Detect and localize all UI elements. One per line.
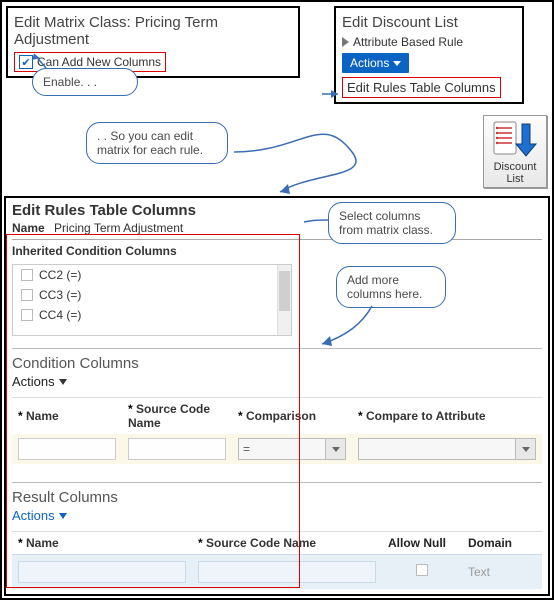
checkbox-icon[interactable] (21, 269, 33, 281)
name-value: Pricing Term Adjustment (54, 221, 183, 235)
disclosure-icon (342, 37, 349, 47)
name-input[interactable] (18, 561, 186, 583)
edit-discount-panel: Edit Discount List Attribute Based Rule … (334, 6, 524, 104)
col-domain: Domain (468, 536, 512, 550)
col-comparison: Comparison (238, 409, 316, 423)
col-source: Source Code Name (198, 536, 316, 550)
condition-actions-menu[interactable]: Actions (12, 374, 67, 389)
condition-columns-header: Condition Columns (12, 348, 542, 372)
result-actions-menu[interactable]: Actions (12, 508, 67, 523)
edit-rules-table-panel: Edit Rules Table Columns Name Pricing Te… (4, 196, 550, 596)
scrollbar-thumb[interactable] (279, 271, 290, 311)
condition-columns-table: Name Source Code Name Comparison Compare… (12, 397, 542, 464)
rules-title: Edit Rules Table Columns (12, 202, 542, 219)
discount-list-tile[interactable]: Discount List (483, 115, 547, 188)
col-source: Source Code Name (128, 402, 210, 430)
chevron-down-icon (59, 513, 67, 519)
col-name: Name (18, 409, 59, 423)
table-row: Text (12, 555, 542, 589)
actions-label: Actions (350, 56, 389, 70)
table-row: = (12, 434, 542, 464)
inherited-label: Inherited Condition Columns (12, 244, 542, 258)
can-add-columns-label: Can Add New Columns (37, 55, 161, 69)
comparison-select[interactable]: = (238, 438, 346, 460)
name-label: Name (12, 221, 45, 235)
result-columns-table: Name Source Code Name Allow Null Domain … (12, 531, 542, 589)
domain-value: Text (462, 555, 542, 589)
tile-label: Discount List (486, 161, 544, 185)
checkbox-checked-icon[interactable]: ✔ (19, 55, 33, 69)
list-item[interactable]: CC2 (=) (13, 265, 291, 285)
callout-enable: Enable. . . (32, 68, 138, 96)
compare-to-select[interactable] (358, 438, 536, 460)
list-item[interactable]: CC4 (=) (13, 305, 291, 325)
source-input[interactable] (198, 561, 376, 583)
name-input[interactable] (18, 438, 116, 460)
source-input[interactable] (128, 438, 226, 460)
rule-row: Attribute Based Rule (342, 35, 516, 49)
col-name: Name (18, 536, 59, 550)
chevron-down-icon (332, 447, 340, 452)
callout-so-you-can: . . So you can edit matrix for each rule… (86, 122, 228, 164)
inherited-list[interactable]: CC2 (=) CC3 (=) CC4 (=) (12, 264, 292, 336)
col-allow-null: Allow Null (388, 536, 446, 550)
inherited-section: Inherited Condition Columns CC2 (=) CC3 … (12, 239, 542, 336)
chevron-down-icon (59, 379, 67, 385)
allow-null-checkbox[interactable] (416, 564, 428, 576)
checkbox-icon[interactable] (21, 309, 33, 321)
callout-select-columns: Select columns from matrix class. (328, 202, 456, 244)
actions-button[interactable]: Actions (342, 53, 409, 73)
result-columns-header: Result Columns (12, 482, 542, 506)
callout-add-more: Add more columns here. (336, 266, 446, 308)
chevron-down-icon (393, 61, 401, 66)
edit-rules-table-columns-link[interactable]: Edit Rules Table Columns (342, 77, 501, 98)
chevron-down-icon (522, 447, 530, 452)
discount-list-icon (492, 120, 538, 158)
rule-label: Attribute Based Rule (353, 35, 463, 49)
list-item[interactable]: CC3 (=) (13, 285, 291, 305)
scrollbar[interactable] (277, 265, 291, 335)
edit-discount-title: Edit Discount List (342, 14, 516, 31)
checkbox-icon[interactable] (21, 289, 33, 301)
edit-matrix-title: Edit Matrix Class: Pricing Term Adjustme… (14, 14, 292, 48)
name-row: Name Pricing Term Adjustment (12, 221, 542, 235)
col-compare-to: Compare to Attribute (358, 409, 486, 423)
